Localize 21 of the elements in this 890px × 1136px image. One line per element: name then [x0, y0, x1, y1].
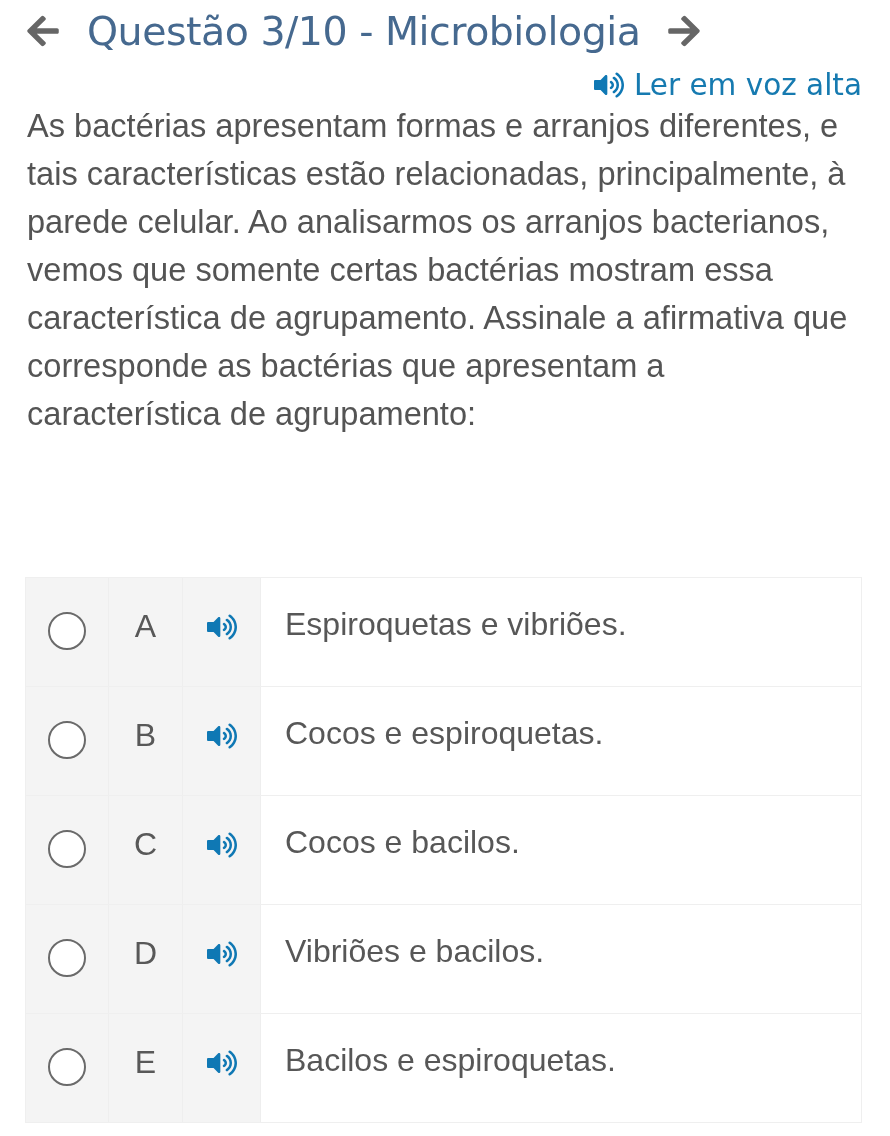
- arrow-left-icon[interactable]: [25, 13, 61, 49]
- radio-button[interactable]: [48, 721, 86, 759]
- radio-button[interactable]: [48, 612, 86, 650]
- read-aloud-link[interactable]: Ler em voz alta: [593, 68, 862, 102]
- option-letter: B: [109, 687, 183, 795]
- speaker-icon[interactable]: [206, 612, 237, 642]
- speaker-icon[interactable]: [206, 721, 237, 751]
- speaker-icon[interactable]: [206, 1048, 237, 1078]
- question-title: Questão 3/10 - Microbiologia: [87, 8, 641, 54]
- radio-button[interactable]: [48, 939, 86, 977]
- question-text: As bactérias apresentam formas e arranjos diferentes, e tais características estão relacionadas, principalmente, à parede celular. Ao analisarmos os arranjos bacterianos, vemos que somente certas bactérias mostram essa característica de agrupamento. Assinale a afirmativa que corresponde as bactérias que apresentam a característica de agrupamento:: [27, 106, 849, 434]
- option-letter: A: [109, 578, 183, 686]
- arrow-right-icon[interactable]: [666, 13, 703, 49]
- radio-button[interactable]: [48, 1048, 86, 1086]
- speaker-icon: [593, 70, 624, 100]
- speaker-icon[interactable]: [206, 939, 237, 969]
- option-letter: D: [109, 905, 183, 1013]
- option-letter: C: [109, 796, 183, 904]
- speaker-icon[interactable]: [206, 830, 237, 860]
- radio-button[interactable]: [48, 830, 86, 868]
- option-letter: E: [109, 1014, 183, 1122]
